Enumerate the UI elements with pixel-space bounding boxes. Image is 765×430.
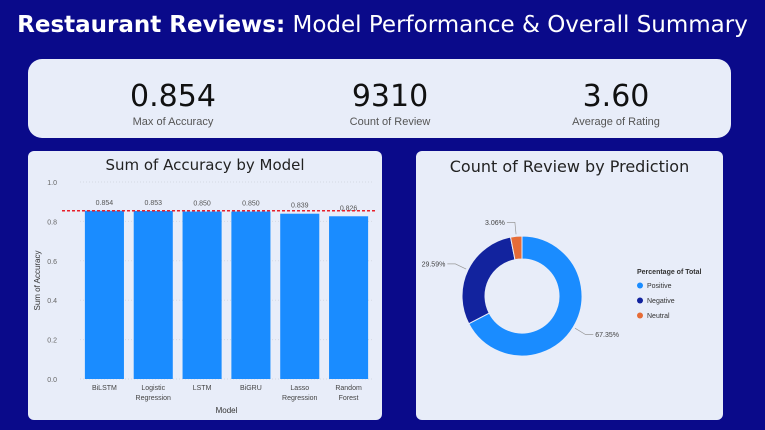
y-tick-label: 0.0 (47, 377, 57, 384)
legend-label: Negative (647, 298, 675, 305)
slice-data-label: 67.35% (595, 332, 619, 339)
leader-line (574, 327, 594, 335)
y-tick-label: 0.4 (47, 298, 57, 305)
x-tick-label: BiGRU (240, 385, 262, 392)
legend-label: Positive (647, 283, 672, 290)
legend-title: Percentage of Total (637, 269, 701, 276)
title-rest: Model Performance & Overall Summary (292, 12, 748, 38)
bar (182, 211, 222, 379)
leader-line (506, 221, 517, 235)
x-tick-label: Regression (136, 395, 172, 402)
donut-chart[interactable]: 67.35% 29.59% 3.06% Percentage of Total Posi… (416, 151, 723, 420)
y-axis-label: Sum of Accuracy (33, 250, 42, 310)
dashboard-title: Restaurant Reviews: Model Performance & … (0, 12, 765, 38)
kpi-label: Max of Accuracy (132, 116, 214, 128)
bar-chart-card[interactable]: Sum of Accuracy by Model 0.0 0.2 0.4 0.6 0.8… (28, 151, 382, 420)
slice-data-label: 29.59% (422, 261, 446, 268)
legend-marker (637, 282, 643, 289)
leader-line (447, 263, 467, 270)
donut-chart-card[interactable]: Count of Review by Prediction 67.35% 29.5… (416, 151, 723, 420)
x-tick-label: BiLSTM (92, 385, 117, 392)
bar-chart[interactable]: 0.0 0.2 0.4 0.6 0.8 1.0 Sum of Accuracy 0.854 Bi… (28, 151, 382, 420)
bar-data-label: 0.854 (96, 200, 114, 207)
y-tick-label: 0.2 (47, 338, 57, 345)
bar-data-label: 0.839 (291, 203, 309, 210)
bar (231, 211, 271, 379)
x-tick-label: Regression (282, 395, 318, 402)
legend-marker (637, 297, 643, 304)
slice-data-label: 3.06% (485, 220, 505, 227)
kpi-value: 3.60 (582, 79, 650, 114)
bar (84, 210, 124, 379)
bar-data-label: 0.853 (144, 200, 162, 207)
y-tick-label: 0.8 (47, 219, 57, 226)
kpi-value: 0.854 (130, 79, 216, 114)
bar-data-label: 0.850 (193, 201, 211, 208)
bar (329, 216, 369, 379)
bar-data-label: 0.850 (242, 201, 260, 208)
kpi-panel: 0.854 Max of Accuracy 9310 Count of Revi… (28, 59, 731, 138)
kpi-value: 9310 (351, 79, 429, 114)
x-tick-label: Random (335, 385, 362, 392)
x-tick-label: Forest (339, 395, 359, 402)
bar (280, 213, 320, 379)
kpi-label: Count of Review (349, 116, 431, 128)
x-axis-label: Model (216, 406, 238, 415)
donut-slice (461, 236, 516, 325)
y-tick-label: 1.0 (47, 180, 57, 187)
legend-label: Neutral (647, 313, 670, 320)
legend-marker (637, 312, 643, 319)
title-bold: Restaurant Reviews: (17, 12, 286, 38)
bar (133, 210, 173, 379)
kpi-label: Average of Rating (572, 116, 660, 128)
x-tick-label: Lasso (290, 385, 309, 392)
x-tick-label: Logistic (141, 385, 165, 392)
y-tick-label: 0.6 (47, 259, 57, 266)
x-tick-label: LSTM (193, 385, 212, 392)
